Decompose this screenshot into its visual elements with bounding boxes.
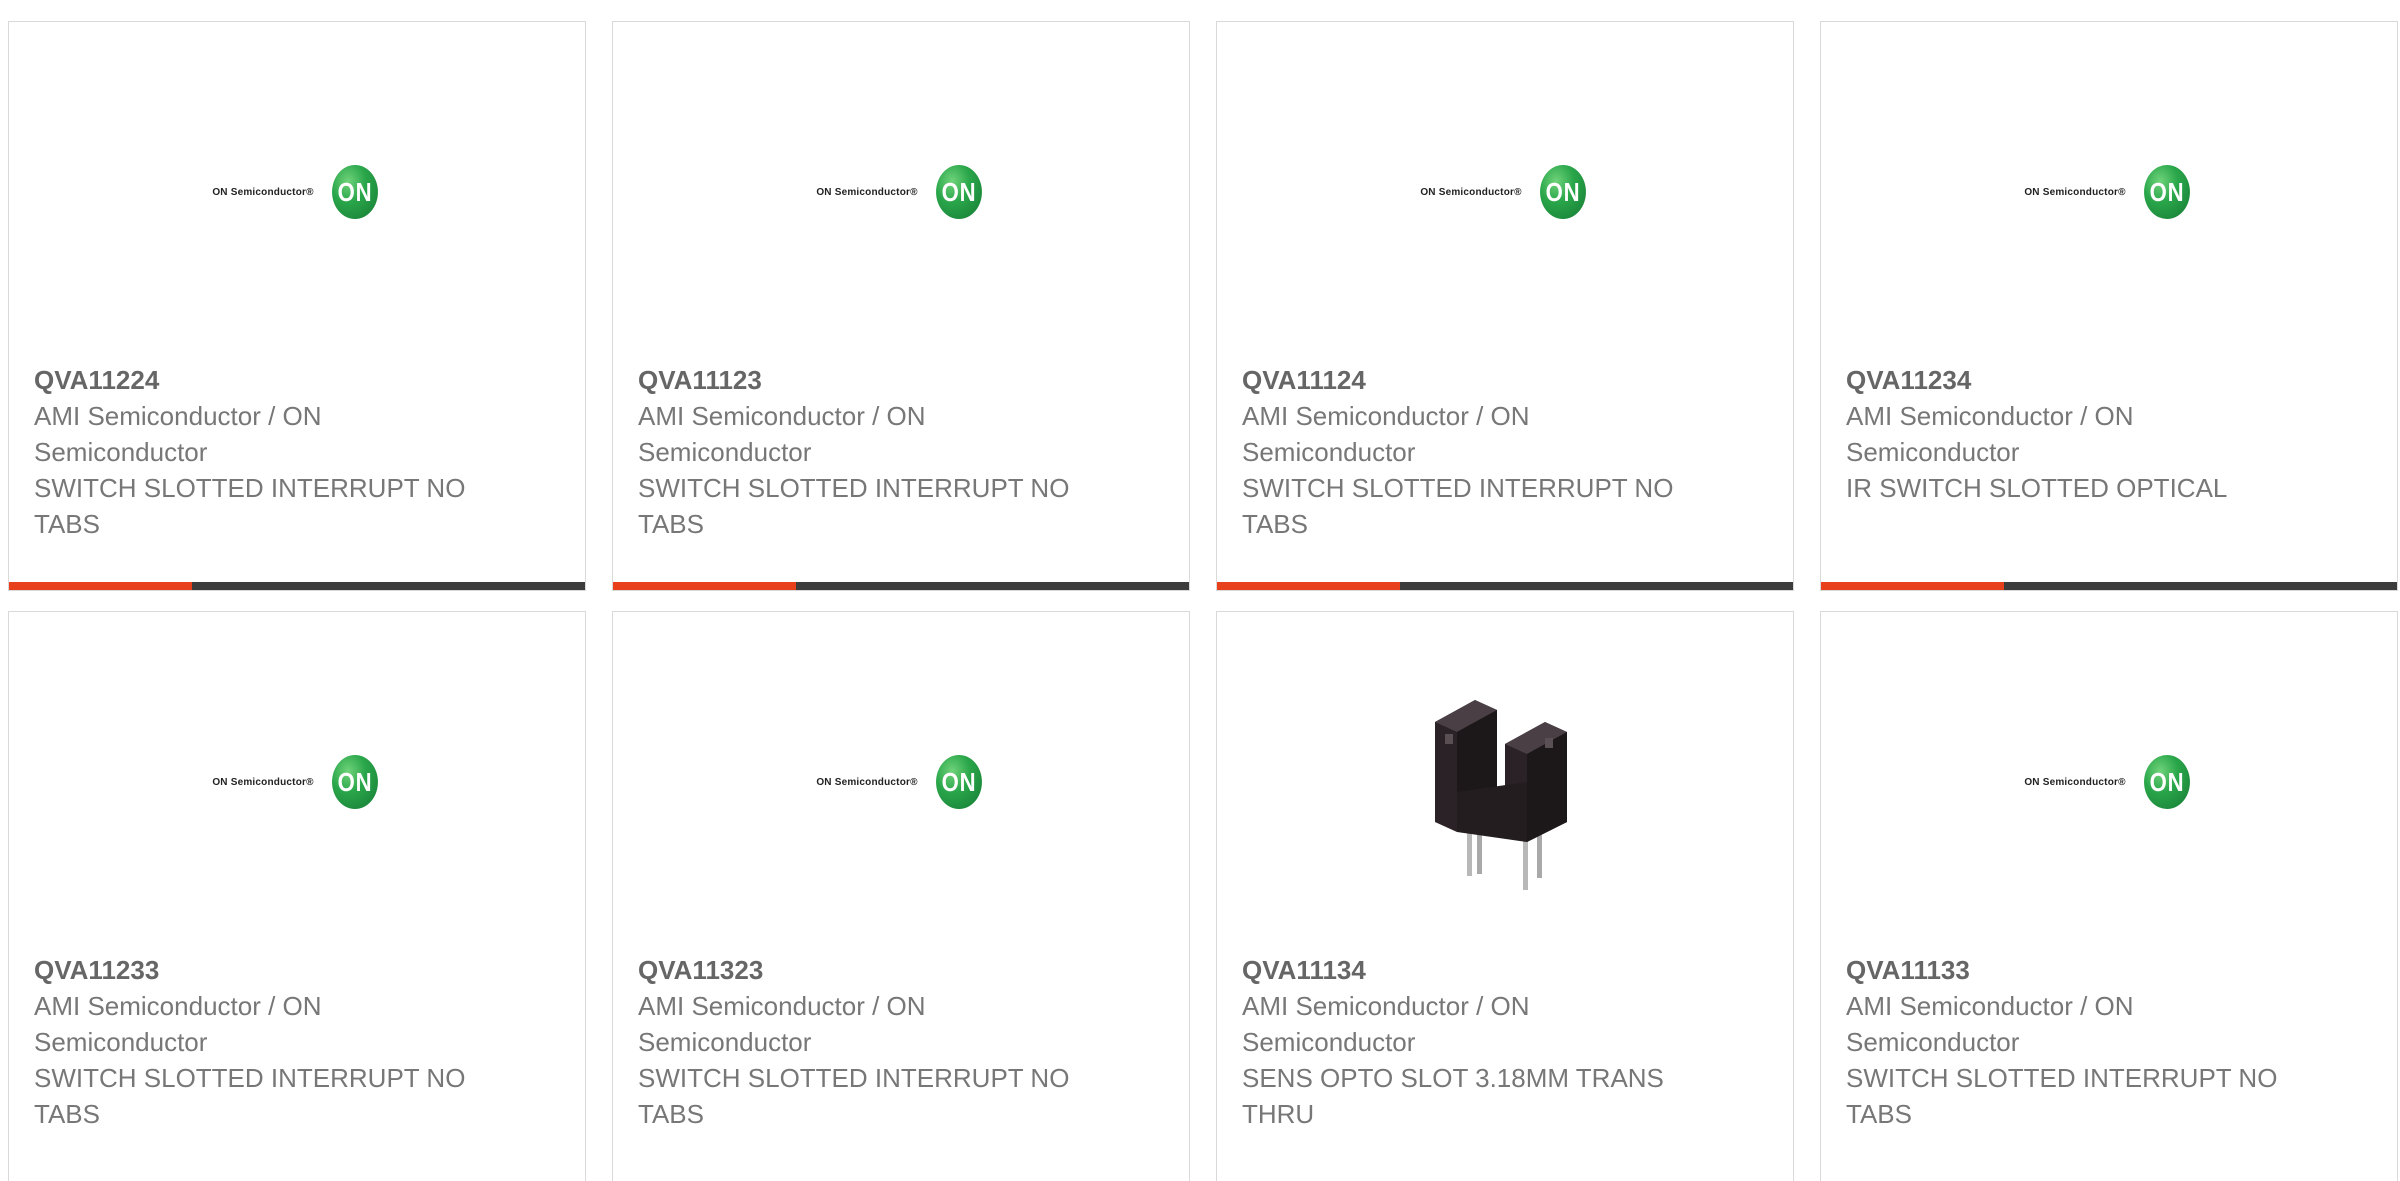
product-info: QVA11234 AMI Semiconductor / ON Semicond…: [1846, 362, 2377, 506]
description: SENS OPTO SLOT 3.18MM TRANS THRU: [1242, 1063, 1664, 1129]
product-thumbnail[interactable]: ON Semiconductor® ON: [1217, 22, 1793, 362]
card-bottom-bar: [9, 582, 585, 590]
product-card[interactable]: ON Semiconductor® ON QVA11124 AMI Semico…: [1216, 21, 1794, 591]
description: SWITCH SLOTTED INTERRUPT NO TABS: [638, 1063, 1070, 1129]
product-card[interactable]: ON Semiconductor® ON QVA11133 AMI Semico…: [1820, 611, 2398, 1181]
logo-brand-text: ON Semiconductor®: [212, 186, 314, 198]
product-info: QVA11233 AMI Semiconductor / ON Semicond…: [34, 952, 565, 1132]
product-card[interactable]: ON Semiconductor® ON QVA11233 AMI Semico…: [8, 611, 586, 1181]
part-number[interactable]: QVA11134: [1242, 952, 1773, 988]
manufacturer: AMI Semiconductor / ON Semiconductor: [34, 991, 322, 1057]
part-number[interactable]: QVA11133: [1846, 952, 2377, 988]
description: SWITCH SLOTTED INTERRUPT NO TABS: [34, 473, 466, 539]
product-info: QVA11134 AMI Semiconductor / ON Semicond…: [1242, 952, 1773, 1132]
description: SWITCH SLOTTED INTERRUPT NO TABS: [638, 473, 1070, 539]
card-accent-bar: [613, 582, 796, 590]
part-number[interactable]: QVA11123: [638, 362, 1169, 398]
part-number[interactable]: QVA11233: [34, 952, 565, 988]
on-semiconductor-logo: ON Semiconductor® ON: [2024, 755, 2193, 809]
product-grid: ON Semiconductor® ON QVA11224 AMI Semico…: [0, 0, 2400, 1181]
on-semiconductor-logo: ON Semiconductor® ON: [816, 755, 985, 809]
on-badge-icon: ON: [1539, 165, 1586, 219]
product-card[interactable]: ON Semiconductor® ON QVA11224 AMI Semico…: [8, 21, 586, 591]
on-semiconductor-logo: ON Semiconductor® ON: [816, 165, 985, 219]
product-thumbnail[interactable]: ON Semiconductor® ON: [1821, 612, 2397, 952]
card-accent-bar: [1217, 582, 1400, 590]
product-card[interactable]: QVA11134 AMI Semiconductor / ON Semicond…: [1216, 611, 1794, 1181]
manufacturer: AMI Semiconductor / ON Semiconductor: [638, 401, 926, 467]
product-thumbnail[interactable]: ON Semiconductor® ON: [9, 22, 585, 362]
manufacturer: AMI Semiconductor / ON Semiconductor: [1242, 401, 1530, 467]
product-card[interactable]: ON Semiconductor® ON QVA11323 AMI Semico…: [612, 611, 1190, 1181]
description: SWITCH SLOTTED INTERRUPT NO TABS: [1846, 1063, 2278, 1129]
product-thumbnail[interactable]: ON Semiconductor® ON: [9, 612, 585, 952]
card-accent-bar: [9, 582, 192, 590]
on-semiconductor-logo: ON Semiconductor® ON: [2024, 165, 2193, 219]
card-bottom-bar: [1821, 582, 2397, 590]
manufacturer: AMI Semiconductor / ON Semiconductor: [1846, 401, 2134, 467]
description: SWITCH SLOTTED INTERRUPT NO TABS: [34, 1063, 466, 1129]
logo-brand-text: ON Semiconductor®: [2024, 186, 2126, 198]
product-thumbnail[interactable]: ON Semiconductor® ON: [613, 612, 1189, 952]
on-badge-icon: ON: [331, 165, 378, 219]
product-thumbnail[interactable]: ON Semiconductor® ON: [613, 22, 1189, 362]
card-bottom-bar: [1217, 582, 1793, 590]
manufacturer: AMI Semiconductor / ON Semiconductor: [34, 401, 322, 467]
on-badge-icon: ON: [935, 755, 982, 809]
card-accent-bar: [1821, 582, 2004, 590]
logo-brand-text: ON Semiconductor®: [212, 776, 314, 788]
product-info: QVA11133 AMI Semiconductor / ON Semicond…: [1846, 952, 2377, 1132]
product-info: QVA11123 AMI Semiconductor / ON Semicond…: [638, 362, 1169, 542]
logo-brand-text: ON Semiconductor®: [2024, 776, 2126, 788]
logo-brand-text: ON Semiconductor®: [816, 776, 918, 788]
manufacturer: AMI Semiconductor / ON Semiconductor: [638, 991, 926, 1057]
part-number[interactable]: QVA11234: [1846, 362, 2377, 398]
product-info: QVA11224 AMI Semiconductor / ON Semicond…: [34, 362, 565, 542]
part-number[interactable]: QVA11323: [638, 952, 1169, 988]
product-thumbnail[interactable]: [1217, 612, 1793, 952]
logo-brand-text: ON Semiconductor®: [816, 186, 918, 198]
slotted-optical-switch-photo: [1435, 700, 1567, 890]
product-card[interactable]: ON Semiconductor® ON QVA11123 AMI Semico…: [612, 21, 1190, 591]
on-badge-icon: ON: [2143, 755, 2190, 809]
card-bottom-bar: [613, 582, 1189, 590]
part-number[interactable]: QVA11124: [1242, 362, 1773, 398]
product-thumbnail[interactable]: ON Semiconductor® ON: [1821, 22, 2397, 362]
manufacturer: AMI Semiconductor / ON Semiconductor: [1242, 991, 1530, 1057]
on-semiconductor-logo: ON Semiconductor® ON: [1420, 165, 1589, 219]
product-info: QVA11323 AMI Semiconductor / ON Semicond…: [638, 952, 1169, 1132]
description: IR SWITCH SLOTTED OPTICAL: [1846, 473, 2228, 503]
on-badge-icon: ON: [331, 755, 378, 809]
part-number[interactable]: QVA11224: [34, 362, 565, 398]
product-info: QVA11124 AMI Semiconductor / ON Semicond…: [1242, 362, 1773, 542]
on-semiconductor-logo: ON Semiconductor® ON: [212, 755, 381, 809]
on-semiconductor-logo: ON Semiconductor® ON: [212, 165, 381, 219]
on-badge-icon: ON: [2143, 165, 2190, 219]
description: SWITCH SLOTTED INTERRUPT NO TABS: [1242, 473, 1674, 539]
product-card[interactable]: ON Semiconductor® ON QVA11234 AMI Semico…: [1820, 21, 2398, 591]
manufacturer: AMI Semiconductor / ON Semiconductor: [1846, 991, 2134, 1057]
on-badge-icon: ON: [935, 165, 982, 219]
logo-brand-text: ON Semiconductor®: [1420, 186, 1522, 198]
